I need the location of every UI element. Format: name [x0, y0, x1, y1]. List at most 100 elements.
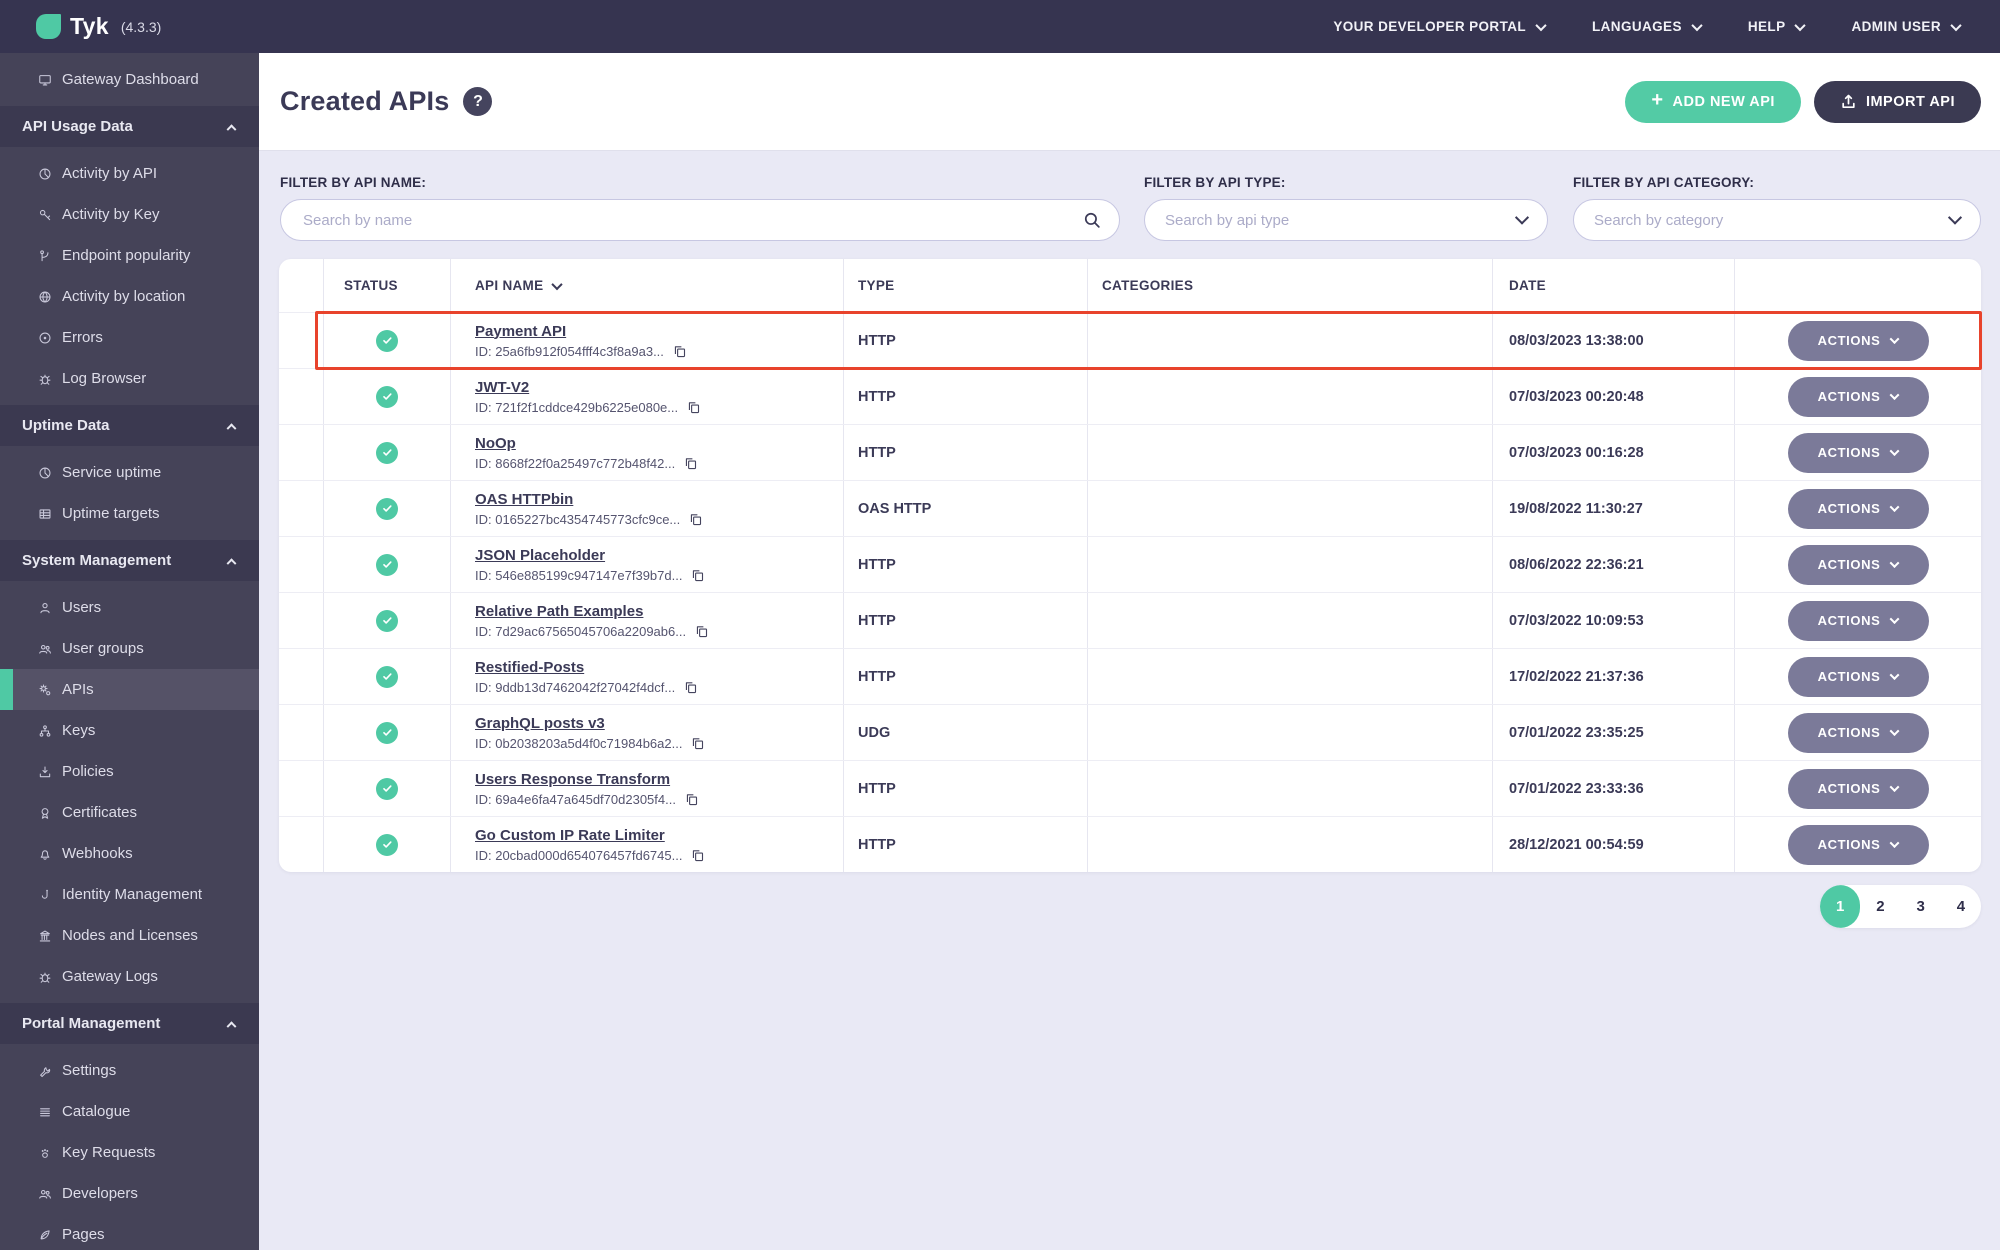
- actions-button[interactable]: ACTIONS: [1787, 432, 1929, 473]
- import-api-button[interactable]: IMPORT API: [1813, 80, 1981, 123]
- actions-button[interactable]: ACTIONS: [1787, 712, 1929, 753]
- sidebar-section-portal-management[interactable]: Portal Management: [0, 1003, 259, 1044]
- sidebar-item-certificates[interactable]: Certificates: [0, 792, 259, 833]
- copy-icon[interactable]: [683, 680, 698, 695]
- actions-button[interactable]: ACTIONS: [1787, 488, 1929, 529]
- sidebar-item-keys[interactable]: Keys: [0, 710, 259, 751]
- copy-icon[interactable]: [672, 344, 687, 359]
- page-3[interactable]: 3: [1901, 885, 1941, 928]
- copy-icon[interactable]: [690, 848, 705, 863]
- page-2[interactable]: 2: [1860, 885, 1900, 928]
- tyk-logo[interactable]: Tyk (4.3.3): [36, 13, 161, 40]
- sidebar-item-users[interactable]: Users: [0, 587, 259, 628]
- api-name-link[interactable]: JWT-V2: [475, 379, 529, 396]
- copy-icon[interactable]: [694, 624, 709, 639]
- actions-button[interactable]: ACTIONS: [1787, 824, 1929, 865]
- api-name-link[interactable]: Relative Path Examples: [475, 603, 643, 620]
- sidebar-item-log-browser[interactable]: Log Browser: [0, 358, 259, 399]
- sidebar-section-api-usage-data[interactable]: API Usage Data: [0, 106, 259, 147]
- sidebar-item-label: Activity by Key: [62, 206, 160, 223]
- menu-label: HELP: [1747, 19, 1786, 34]
- sidebar-item-activity-by-api[interactable]: Activity by API: [0, 153, 259, 194]
- chevron-down-icon: [1889, 726, 1900, 737]
- api-name-link[interactable]: Payment API: [475, 323, 566, 340]
- status-healthy-icon: [376, 329, 398, 352]
- api-name-link[interactable]: NoOp: [475, 435, 516, 452]
- status-cell: [323, 593, 450, 648]
- sidebar-item-catalogue[interactable]: Catalogue: [0, 1091, 259, 1132]
- branch-icon: [38, 249, 52, 263]
- api-id-line: ID: 69a4e6fa47a645df70d2305f4...: [475, 792, 699, 807]
- actions-button[interactable]: ACTIONS: [1787, 376, 1929, 417]
- actions-button[interactable]: ACTIONS: [1787, 656, 1929, 697]
- sidebar-item-activity-by-location[interactable]: Activity by location: [0, 276, 259, 317]
- sidebar-section-uptime-data[interactable]: Uptime Data: [0, 405, 259, 446]
- api-name-link[interactable]: JSON Placeholder: [475, 547, 605, 564]
- actions-button[interactable]: ACTIONS: [1787, 544, 1929, 585]
- help-icon[interactable]: ?: [463, 87, 493, 116]
- sidebar-item-endpoint-popularity[interactable]: Endpoint popularity: [0, 235, 259, 276]
- import-api-label: IMPORT API: [1865, 93, 1955, 110]
- hook-icon: [38, 888, 52, 902]
- api-name-link[interactable]: Go Custom IP Rate Limiter: [475, 827, 665, 844]
- chevron-down-icon: [1889, 838, 1900, 849]
- menu-help[interactable]: HELP: [1747, 19, 1807, 34]
- menu-admin-user[interactable]: ADMIN USER: [1851, 19, 1962, 34]
- sidebar-item-gateway-dashboard[interactable]: Gateway Dashboard: [0, 59, 259, 100]
- menu-your-developer-portal[interactable]: YOUR DEVELOPER PORTAL: [1333, 19, 1547, 34]
- section-label: API Usage Data: [22, 118, 133, 135]
- copy-icon[interactable]: [690, 736, 705, 751]
- table-row: JSON Placeholder ID: 546e885199c947147e7f…: [279, 536, 1981, 592]
- actions-label: ACTIONS: [1817, 613, 1881, 628]
- actions-button[interactable]: ACTIONS: [1787, 768, 1929, 809]
- sidebar-item-webhooks[interactable]: Webhooks: [0, 833, 259, 874]
- sidebar-item-nodes-and-licenses[interactable]: Nodes and Licenses: [0, 915, 259, 956]
- sort-chevron-icon: [551, 278, 564, 290]
- copy-icon[interactable]: [688, 512, 703, 527]
- sidebar-item-uptime-targets[interactable]: Uptime targets: [0, 493, 259, 534]
- sidebar-item-gateway-logs[interactable]: Gateway Logs: [0, 956, 259, 997]
- api-id-line: ID: 8668f22f0a25497c772b48f42...: [475, 456, 698, 471]
- api-name-link[interactable]: Users Response Transform: [475, 771, 670, 788]
- copy-icon[interactable]: [684, 792, 699, 807]
- sidebar-item-user-groups[interactable]: User groups: [0, 628, 259, 669]
- api-name-link[interactable]: Restified-Posts: [475, 659, 584, 676]
- api-category-select[interactable]: Search by category: [1573, 199, 1981, 241]
- add-new-api-label: ADD NEW API: [1672, 93, 1775, 110]
- sidebar-item-policies[interactable]: Policies: [0, 751, 259, 792]
- sidebar-item-pages[interactable]: Pages: [0, 1214, 259, 1250]
- sidebar-item-errors[interactable]: Errors: [0, 317, 259, 358]
- search-by-name-input[interactable]: [301, 210, 1099, 230]
- sidebar-section-system-management[interactable]: System Management: [0, 540, 259, 581]
- chevron-down-icon: [1514, 210, 1530, 229]
- api-name-link[interactable]: OAS HTTPbin: [475, 491, 573, 508]
- add-new-api-button[interactable]: + ADD NEW API: [1625, 80, 1801, 123]
- sidebar-item-activity-by-key[interactable]: Activity by Key: [0, 194, 259, 235]
- api-categories-cell: [1087, 761, 1492, 816]
- api-type-select[interactable]: Search by api type: [1144, 199, 1548, 241]
- copy-icon[interactable]: [690, 568, 705, 583]
- page-4[interactable]: 4: [1941, 885, 1981, 928]
- api-type-cell: HTTP: [843, 649, 1087, 704]
- actions-button[interactable]: ACTIONS: [1787, 600, 1929, 641]
- api-name-cell: Relative Path Examples ID: 7d29ac67565045…: [450, 593, 843, 648]
- bell-icon: [38, 847, 52, 861]
- logo-text: Tyk: [70, 13, 109, 39]
- column-api-name[interactable]: API NAME: [450, 259, 843, 312]
- api-name-link[interactable]: GraphQL posts v3: [475, 715, 605, 732]
- page-1[interactable]: 1: [1820, 885, 1861, 928]
- actions-cell: ACTIONS: [1734, 649, 1981, 704]
- sidebar-item-identity-management[interactable]: Identity Management: [0, 874, 259, 915]
- actions-button[interactable]: ACTIONS: [1787, 320, 1929, 361]
- sidebar-item-service-uptime[interactable]: Service uptime: [0, 452, 259, 493]
- sidebar-item-apis[interactable]: APIs: [0, 669, 259, 710]
- sidebar-item-key-requests[interactable]: Key Requests: [0, 1132, 259, 1173]
- sidebar-item-label: Service uptime: [62, 464, 162, 481]
- copy-icon[interactable]: [683, 456, 698, 471]
- sidebar-item-settings[interactable]: Settings: [0, 1050, 259, 1091]
- sidebar-item-developers[interactable]: Developers: [0, 1173, 259, 1214]
- tree-icon: [38, 724, 52, 738]
- menu-languages[interactable]: LANGUAGES: [1592, 19, 1703, 34]
- api-date-cell: 08/03/2023 13:38:00: [1492, 313, 1734, 368]
- copy-icon[interactable]: [686, 400, 701, 415]
